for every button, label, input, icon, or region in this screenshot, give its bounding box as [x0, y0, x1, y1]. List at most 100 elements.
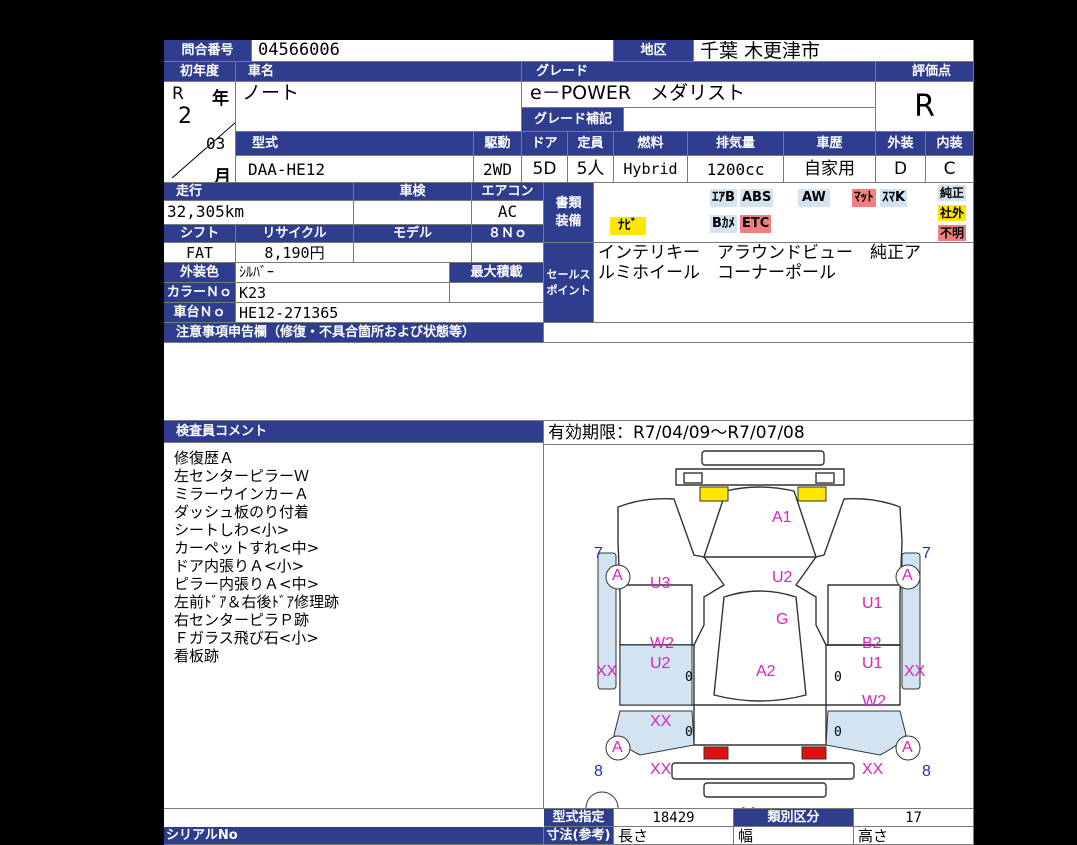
grade-note-value — [624, 108, 876, 132]
type-no-label: 型式指定 — [544, 809, 614, 827]
model-label: 型式 — [236, 132, 474, 156]
model-value: DAA-HE12 — [236, 156, 474, 183]
airbag-tag: ｴｱB — [710, 189, 737, 207]
svg-text:0: 0 — [834, 725, 842, 740]
inquiry-label: 問合番号 — [164, 40, 252, 62]
unknown-tag: 不明 — [938, 225, 967, 241]
comment-line: 左前ﾄﾞｱ＆右後ﾄﾞｱ修理跡 — [174, 593, 340, 611]
damage-xx-rear-left: XX — [650, 761, 672, 778]
score-label: 評価点 — [876, 62, 974, 82]
inquiry-number: 04566006 — [252, 40, 614, 62]
smartkey-tag: ｽﾏK — [880, 189, 908, 207]
chassis-value: HE12-271365 — [236, 303, 544, 323]
comment-line: 看板跡 — [174, 647, 220, 665]
fuel-value: Hybrid — [614, 156, 688, 183]
genuine-tag: 純正 — [938, 185, 967, 201]
damage-u2-hood: U2 — [772, 569, 793, 586]
drive-value: 2WD — [474, 156, 522, 183]
damage-xx-right-side: XX — [904, 663, 926, 680]
shift-label: シフト — [164, 225, 236, 243]
aircon-label: エアコン — [472, 183, 544, 201]
score-value: R — [876, 82, 974, 132]
sales-point-spacer — [544, 323, 974, 343]
year-kanji: 年 — [212, 89, 229, 109]
comment-line: カーペットすれ<中> — [174, 539, 320, 557]
aftermarket-tag: 社外 — [938, 205, 967, 221]
mileage-label: 走行 — [164, 183, 354, 201]
etc-tag: ETC — [740, 215, 772, 233]
comment-line: ミラーウインカーＡ — [174, 485, 310, 503]
color-value: ｼﾙﾊﾞｰ — [236, 263, 450, 283]
sales-point-text: インテリキー アラウンドビュー 純正ア ルミホイール コーナーポール — [594, 243, 974, 323]
damage-a-front-left: A — [612, 567, 623, 584]
type-no-value: 18429 — [614, 809, 734, 827]
month-kanji: 月 — [214, 167, 231, 183]
comment-line: ドア内張りＡ<小> — [174, 557, 305, 575]
svg-text:0: 0 — [685, 725, 693, 740]
damage-u2-left: U2 — [650, 655, 671, 672]
sales-point-label: セールス ポイント — [544, 243, 594, 323]
abs-tag: ABS — [740, 189, 774, 207]
damage-a-rear-left: A — [612, 739, 623, 756]
size-label: 寸法(参考) — [544, 827, 614, 845]
first-year-block: R 年 2 03 月 — [164, 82, 236, 183]
damage-a2-roof: A2 — [756, 663, 776, 680]
interior-value: C — [926, 156, 974, 183]
month-value: 03 — [206, 134, 226, 153]
recycle-value: 8,190円 — [236, 243, 354, 263]
tire-depth-front-right: 7 — [922, 545, 931, 562]
sales-point-line-1: インテリキー アラウンドビュー 純正ア — [598, 243, 921, 263]
comment-line: 左センターピラーＷ — [174, 467, 310, 485]
inspection-label: 車検 — [354, 183, 472, 201]
damage-u1-right: U1 — [862, 655, 883, 672]
notice-label: 注意事項申告欄（修復・不具合箇所および状態等） — [164, 323, 544, 343]
sales-point-label-1: セールス — [546, 268, 591, 281]
shift-value: FAT — [164, 243, 236, 263]
year-value: 2 — [178, 104, 192, 129]
region-value: 千葉 木更津市 — [694, 40, 974, 62]
damage-u1: U1 — [862, 595, 883, 612]
mileage-value: 32,305km — [164, 201, 354, 225]
damage-w2-right: W2 — [862, 693, 886, 710]
recycle-label: リサイクル — [236, 225, 354, 243]
comment-line: 右センターピラＰ跡 — [174, 611, 310, 629]
history-value: 自家用 — [784, 156, 876, 183]
grade-value: e－POWER メダリスト — [522, 82, 876, 108]
damage-g: G — [776, 611, 789, 628]
svg-text:0: 0 — [834, 670, 842, 685]
modelcode-value — [354, 243, 472, 263]
inspection-value — [354, 201, 472, 225]
damage-u3: U3 — [650, 575, 671, 592]
displacement-value: 1200cc — [688, 156, 784, 183]
equipment-label-2: 装備 — [555, 214, 582, 229]
exterior-value: D — [876, 156, 926, 183]
tire-depth-front-left: 7 — [594, 545, 603, 562]
colorno-value: K23 — [236, 283, 450, 303]
damage-a-front-right: A — [902, 567, 913, 584]
grade-note-label: グレード補記 — [522, 108, 624, 132]
drive-label: 駆動 — [474, 132, 522, 156]
door-value: 5D — [522, 156, 568, 183]
damage-w2-left: W2 — [650, 635, 674, 652]
equipment-panel: ﾅﾋﾞ ｴｱB ABS Bｶﾒ ETC AW ﾏｯﾄ ｽﾏK 純正 社外 不明 — [594, 183, 974, 243]
notice-area — [164, 343, 974, 421]
first-year-label: 初年度 — [164, 62, 236, 82]
comment-line: Ｆガラス飛び石<小> — [174, 629, 319, 647]
comment-line: 修復歴Ａ — [174, 449, 235, 467]
region-label: 地区 — [614, 40, 694, 62]
svg-text:0: 0 — [685, 670, 693, 685]
damage-a-rear-right: A — [902, 739, 913, 756]
damage-a1-front: A1 — [772, 509, 792, 526]
capacity-label: 定員 — [568, 132, 614, 156]
damage-xx-rear-right: XX — [862, 761, 884, 778]
fuel-label: 燃料 — [614, 132, 688, 156]
color-label: 外装色 — [164, 263, 236, 283]
grade-label: グレード — [522, 62, 876, 82]
vehicle-diagram: 0 0 0 0 A1 U3 U2 U1 G W2 U2 A2 B2 U1 W2 … — [544, 445, 974, 809]
car-name-label: 車名 — [236, 62, 522, 82]
tire-depth-rear-left: 8 — [594, 763, 603, 780]
no8-label: ８Ｎｏ — [472, 225, 544, 243]
car-name-value: ノート — [236, 82, 522, 132]
width-label: 幅 — [734, 827, 854, 845]
inspector-comment-label: 検査員コメント — [164, 421, 544, 443]
